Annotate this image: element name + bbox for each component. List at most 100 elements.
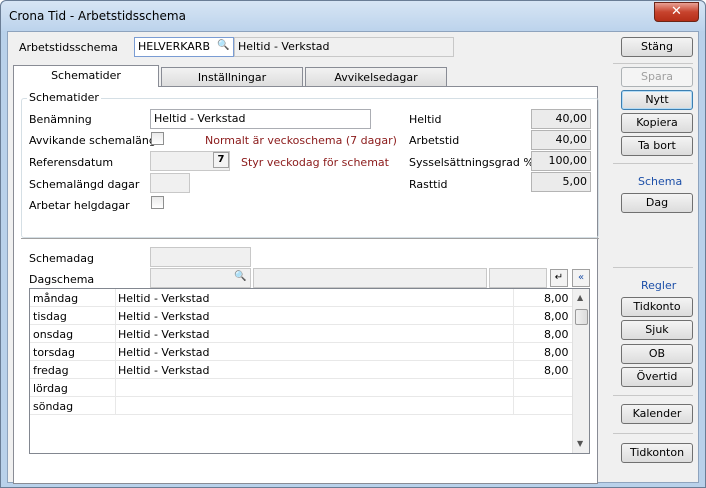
enter-icon[interactable]: ↵	[550, 269, 568, 287]
row-schema: Heltid - Verkstad	[118, 328, 210, 341]
referensdatum-label: Referensdatum	[29, 156, 114, 169]
column-divider	[115, 361, 116, 379]
rasttid-value: 5,00	[531, 172, 591, 192]
column-divider	[513, 343, 514, 361]
avvikande-label: Avvikande schemalängd	[29, 134, 163, 147]
column-divider	[115, 325, 116, 343]
regler-section-label: Regler	[641, 279, 677, 292]
schemadag-list[interactable]: måndag Heltid - Verkstad 8,00 tisdag Hel…	[29, 288, 590, 454]
scroll-thumb[interactable]	[575, 309, 588, 325]
schemadag-input[interactable]	[150, 247, 251, 267]
kalender-button[interactable]: Kalender	[621, 404, 693, 424]
tidkonto-button[interactable]: Tidkonto	[621, 297, 693, 317]
scroll-down-icon[interactable]: ▼	[577, 439, 583, 448]
sidebar-divider	[613, 433, 693, 434]
spara-button[interactable]: Spara	[621, 67, 693, 87]
tab-avvikelsedagar[interactable]: Avvikelsedagar	[305, 67, 447, 87]
benamning-label: Benämning	[29, 113, 92, 126]
scroll-up-icon[interactable]: ▲	[577, 293, 583, 302]
tab-schematider[interactable]: Schematider	[13, 65, 159, 87]
column-divider	[513, 325, 514, 343]
dagschema-label: Dagschema	[29, 273, 95, 286]
schemalangd-label: Schemalängd dagar	[29, 178, 140, 191]
group-title: Schematider	[27, 91, 101, 104]
column-divider	[513, 361, 514, 379]
column-divider	[115, 343, 116, 361]
list-item[interactable]: onsdag Heltid - Verkstad 8,00	[30, 325, 573, 343]
sjuk-button[interactable]: Sjuk	[621, 320, 693, 340]
tab-installningar[interactable]: Inställningar	[161, 67, 303, 87]
row-day: måndag	[33, 292, 79, 305]
list-scrollbar[interactable]: ▲ ▼	[572, 289, 589, 453]
column-divider	[115, 397, 116, 415]
stang-button[interactable]: Stäng	[621, 37, 693, 57]
schema-name-display: Heltid - Verkstad	[234, 37, 454, 57]
schema-name-value: Heltid - Verkstad	[238, 40, 330, 53]
ta-bort-button[interactable]: Ta bort	[621, 136, 693, 156]
row-hours: 8,00	[544, 346, 569, 359]
heltid-value: 40,00	[531, 109, 591, 129]
helgdagar-label: Arbetar helgdagar	[29, 199, 130, 212]
schema-section-label: Schema	[638, 175, 683, 188]
helgdagar-checkbox[interactable]	[151, 196, 164, 209]
schemalangd-input[interactable]	[150, 173, 190, 193]
row-schema: Heltid - Verkstad	[118, 346, 210, 359]
window-title: Crona Tid - Arbetstidsschema	[9, 9, 186, 23]
column-divider	[513, 289, 514, 307]
column-divider	[115, 307, 116, 325]
dagschema-binoculars-icon[interactable]: 🔍	[234, 271, 246, 282]
schemadag-label: Schemadag	[29, 252, 94, 265]
binoculars-icon[interactable]: 🔍	[217, 40, 231, 54]
double-left-icon[interactable]: «	[572, 269, 590, 287]
list-item[interactable]: tisdag Heltid - Verkstad 8,00	[30, 307, 573, 325]
sysselsattningsgrad-value: 100,00	[531, 151, 591, 171]
schema-code-value: HELVERKARB	[138, 40, 210, 53]
column-divider	[513, 379, 514, 397]
nytt-button[interactable]: Nytt	[621, 90, 693, 110]
benamning-value: Heltid - Verkstad	[154, 112, 246, 125]
sidebar-divider	[613, 395, 693, 396]
dagschema-name-input	[253, 268, 487, 288]
row-hours: 8,00	[544, 310, 569, 323]
sidebar-divider	[613, 267, 693, 268]
column-divider	[513, 307, 514, 325]
row-day: lördag	[33, 382, 68, 395]
divider	[21, 238, 599, 239]
calendar-icon[interactable]: 7	[213, 152, 229, 168]
kopiera-button[interactable]: Kopiera	[621, 113, 693, 133]
column-divider	[513, 397, 514, 415]
rasttid-label: Rasttid	[409, 178, 448, 191]
heltid-label: Heltid	[409, 113, 442, 126]
tidkonton-button[interactable]: Tidkonton	[621, 443, 693, 463]
list-item[interactable]: fredag Heltid - Verkstad 8,00	[30, 361, 573, 379]
avvikande-note: Normalt är veckoschema (7 dagar)	[205, 134, 397, 147]
row-hours: 8,00	[544, 328, 569, 341]
sidebar-divider	[613, 163, 693, 164]
column-divider	[115, 289, 116, 307]
dag-button[interactable]: Dag	[621, 193, 693, 213]
arbetstid-value: 40,00	[531, 130, 591, 150]
close-window-button[interactable]: ✕	[654, 2, 699, 22]
row-day: onsdag	[33, 328, 74, 341]
sidebar-divider	[613, 63, 693, 64]
row-schema: Heltid - Verkstad	[118, 310, 210, 323]
overtid-button[interactable]: Övertid	[621, 367, 693, 387]
ob-button[interactable]: OB	[621, 344, 693, 364]
arbetstidsschema-label: Arbetstidsschema	[19, 41, 118, 54]
row-schema: Heltid - Verkstad	[118, 364, 210, 377]
list-item[interactable]: lördag	[30, 379, 573, 397]
avvikande-checkbox[interactable]	[151, 132, 164, 145]
arbetstid-label: Arbetstid	[409, 134, 460, 147]
referensdatum-note: Styr veckodag för schemat	[241, 156, 389, 169]
row-day: söndag	[33, 400, 74, 413]
row-hours: 8,00	[544, 292, 569, 305]
benamning-input[interactable]: Heltid - Verkstad	[150, 109, 371, 129]
title-bar: Crona Tid - Arbetstidsschema ✕	[1, 1, 705, 31]
row-day: tisdag	[33, 310, 67, 323]
list-item[interactable]: torsdag Heltid - Verkstad 8,00	[30, 343, 573, 361]
row-day: torsdag	[33, 346, 76, 359]
list-item[interactable]: söndag	[30, 397, 573, 415]
row-hours: 8,00	[544, 364, 569, 377]
row-day: fredag	[33, 364, 69, 377]
list-item[interactable]: måndag Heltid - Verkstad 8,00	[30, 289, 573, 307]
